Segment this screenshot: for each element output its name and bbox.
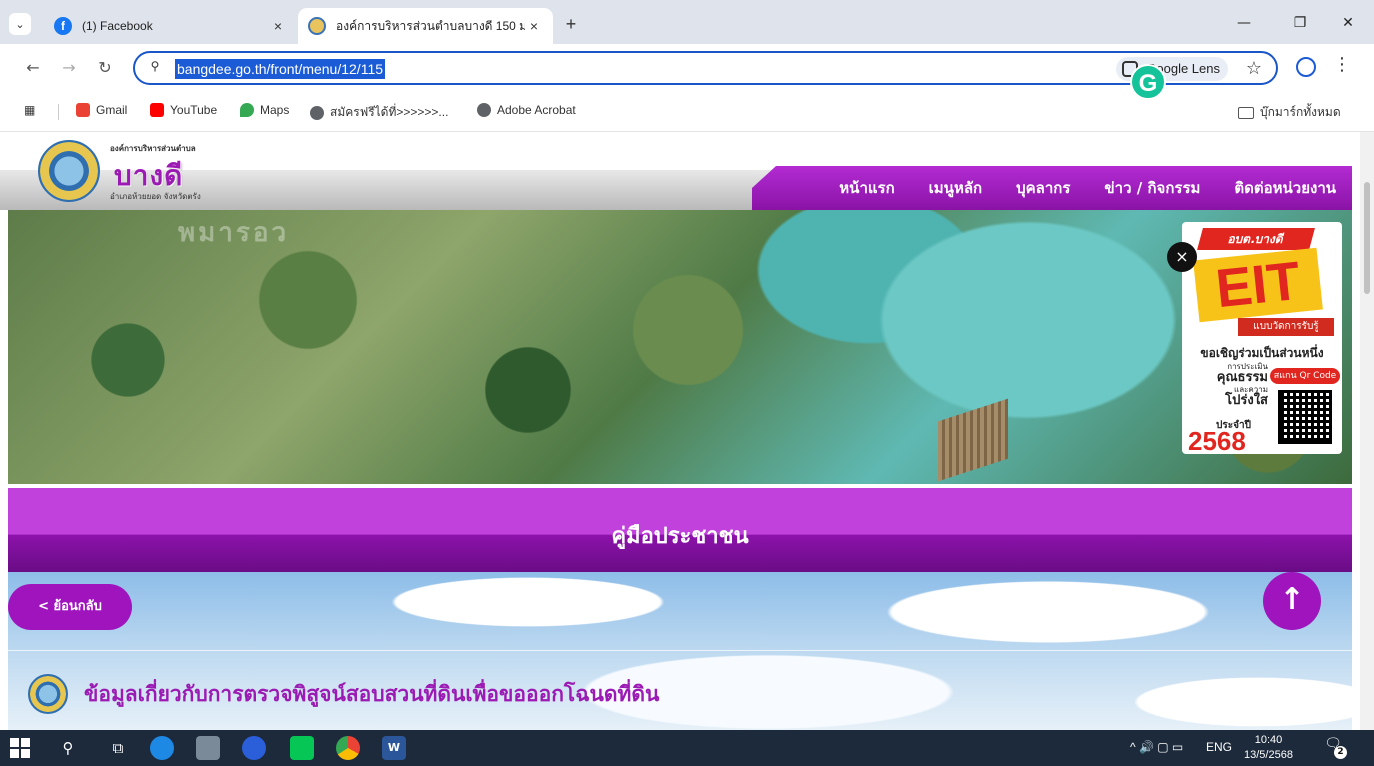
nav-main-menu[interactable]: เมนูหลัก: [929, 176, 982, 200]
facebook-icon: f: [54, 17, 72, 35]
url-text[interactable]: bangdee.go.th/front/menu/12/115: [175, 59, 386, 79]
globe-icon: [477, 103, 491, 117]
youtube-icon: [150, 103, 164, 117]
section-title: คู่มือประชาชน: [611, 524, 749, 549]
clock-time: 10:40: [1254, 734, 1283, 746]
hero-dock: [938, 398, 1008, 482]
eit-invite: ขอเชิญร่วมเป็นส่วนหนึ่ง: [1200, 346, 1324, 360]
tab-strip: ⌄ f (1) Facebook × องค์การบริหารส่วนตำบล…: [0, 0, 1374, 44]
bookmark-label: สมัครฟรีได้ที่>>>>>>...: [330, 105, 449, 119]
task-view-icon[interactable]: ⧉: [106, 736, 130, 760]
eit-year: 2568: [1188, 426, 1246, 454]
tray-icons[interactable]: ^ 🔊 ▢ ▭: [1130, 740, 1183, 754]
photos-icon[interactable]: [196, 736, 220, 760]
popup-close-icon[interactable]: ×: [1167, 242, 1197, 272]
main-nav: หน้าแรก เมนูหลัก บุคลากร ข่าว / กิจกรรม …: [752, 166, 1352, 210]
all-bookmarks-button[interactable]: บุ๊กมาร์กทั้งหมด: [1238, 103, 1341, 122]
eit-description: การประเมิน คุณธรรม และความ โปร่งใส: [1188, 362, 1268, 408]
all-bookmarks-label: บุ๊กมาร์กทั้งหมด: [1260, 105, 1341, 119]
minimize-icon[interactable]: —: [1224, 10, 1264, 36]
language-indicator[interactable]: ENG: [1206, 740, 1232, 754]
edge-icon[interactable]: [150, 736, 174, 760]
scrollbar-thumb[interactable]: [1364, 182, 1370, 294]
site-info-icon[interactable]: ⚲: [145, 59, 165, 77]
tab-title: องค์การบริหารส่วนตำบลบางดี 150 ม: [336, 18, 525, 33]
tab-close-icon[interactable]: ×: [525, 18, 543, 34]
eit-popup[interactable]: อบต.บางดี EIT แบบวัดการรับรู้ ขอเชิญร่วม…: [1182, 222, 1342, 454]
windows-taskbar: ⚲ ⧉ W ^ 🔊 ▢ ▭ ENG 10:40 13/5/2568 🗨 2: [0, 730, 1374, 766]
maps-pin-icon: [240, 103, 254, 117]
bookmark-label: Maps: [260, 103, 290, 117]
hero-watermark: พมารอว: [178, 218, 290, 248]
reload-icon[interactable]: ↻: [94, 57, 116, 79]
chrome-icon[interactable]: [336, 736, 360, 760]
gmail-icon: [76, 103, 90, 117]
eit-scan-label: สแกน Qr Code: [1270, 368, 1340, 384]
zoom-icon[interactable]: [242, 736, 266, 760]
nav-news[interactable]: ข่าว / กิจกรรม: [1104, 176, 1200, 200]
bookmark-maps[interactable]: Maps: [240, 103, 289, 117]
bookmark-youtube[interactable]: YouTube: [150, 103, 217, 117]
bookmark-gmail[interactable]: Gmail: [76, 103, 127, 117]
qr-code-icon[interactable]: [1278, 390, 1332, 444]
clock-date: 13/5/2568: [1244, 749, 1293, 761]
bookmark-label: Adobe Acrobat: [497, 103, 576, 117]
line-icon[interactable]: [290, 736, 314, 760]
system-clock[interactable]: 10:40 13/5/2568: [1244, 733, 1293, 763]
eit-line: โปร่งใส: [1225, 393, 1268, 408]
restore-icon[interactable]: ❐: [1280, 10, 1320, 36]
tab-title: (1) Facebook: [82, 19, 153, 33]
back-arrow-icon[interactable]: ←: [22, 57, 44, 79]
nav-contact[interactable]: ติดต่อหน่วยงาน: [1234, 176, 1336, 200]
site-header: องค์การบริหารส่วนตำบล บางดี อำเภอห้วยยอด…: [0, 132, 1360, 210]
address-bar[interactable]: ⚲ bangdee.go.th/front/menu/12/115 Google…: [133, 51, 1278, 85]
site-seal-icon: [308, 17, 326, 35]
bookmark-label: Gmail: [96, 103, 128, 117]
logo-subtitle: อำเภอห้วยยอด จังหวัดตรัง: [110, 192, 201, 201]
eit-tag: อบต.บางดี: [1197, 228, 1315, 250]
notification-badge: 2: [1334, 746, 1347, 759]
bookmark-signup[interactable]: สมัครฟรีได้ที่>>>>>>...: [310, 103, 448, 122]
scroll-top-icon[interactable]: ↑: [1263, 572, 1321, 630]
back-button[interactable]: < ย้อนกลับ: [8, 584, 132, 630]
folder-icon: [1238, 106, 1254, 119]
nav-home[interactable]: หน้าแรก: [839, 176, 894, 200]
tab-search-button[interactable]: ⌄: [9, 13, 31, 35]
tab-facebook[interactable]: f (1) Facebook ×: [44, 8, 297, 44]
window-close-icon[interactable]: ✕: [1328, 10, 1368, 36]
search-icon[interactable]: ⚲: [56, 736, 80, 760]
profile-icon[interactable]: [1296, 57, 1316, 77]
bookmark-star-icon[interactable]: ☆: [1246, 58, 1262, 79]
page-viewport: องค์การบริหารส่วนตำบล บางดี อำเภอห้วยยอด…: [0, 132, 1360, 730]
more-menu-icon[interactable]: ⋮: [1333, 54, 1351, 75]
eit-subheading: แบบวัดการรับรู้: [1238, 318, 1334, 336]
eit-line: คุณธรรม: [1216, 370, 1268, 385]
eit-heading: EIT: [1193, 247, 1323, 323]
document-link[interactable]: ข้อมูลเกี่ยวกับการตรวจพิสูจน์สอบสวนที่ดิ…: [84, 678, 659, 711]
globe-icon: [310, 105, 324, 120]
word-icon[interactable]: W: [382, 736, 406, 760]
apps-grid-icon[interactable]: ▦: [24, 103, 35, 117]
hero-banner: พมารอว: [8, 210, 1352, 484]
nav-personnel[interactable]: บุคลากร: [1016, 176, 1070, 200]
bookmark-label: YouTube: [170, 103, 218, 117]
windows-start-icon[interactable]: [10, 738, 30, 758]
site-seal-icon[interactable]: [38, 140, 100, 202]
grammarly-icon[interactable]: G: [1130, 64, 1166, 100]
browser-toolbar: ← → ↻ ⚲ bangdee.go.th/front/menu/12/115 …: [0, 44, 1374, 92]
bookmarks-bar: ▦ Gmail YouTube Maps สมัครฟรีได้ที่>>>>>…: [0, 92, 1374, 132]
forward-arrow-icon[interactable]: →: [58, 57, 80, 79]
content-divider: [8, 650, 1352, 651]
bookmarks-divider: [58, 104, 59, 120]
new-tab-button[interactable]: +: [560, 14, 582, 35]
bookmark-acrobat[interactable]: Adobe Acrobat: [477, 103, 576, 117]
section-banner: คู่มือประชาชน: [8, 488, 1352, 572]
tab-close-icon[interactable]: ×: [269, 18, 287, 34]
tab-bangdee[interactable]: องค์การบริหารส่วนตำบลบางดี 150 ม ×: [298, 8, 553, 44]
site-seal-icon: [28, 674, 68, 714]
page-scrollbar[interactable]: [1360, 132, 1374, 730]
